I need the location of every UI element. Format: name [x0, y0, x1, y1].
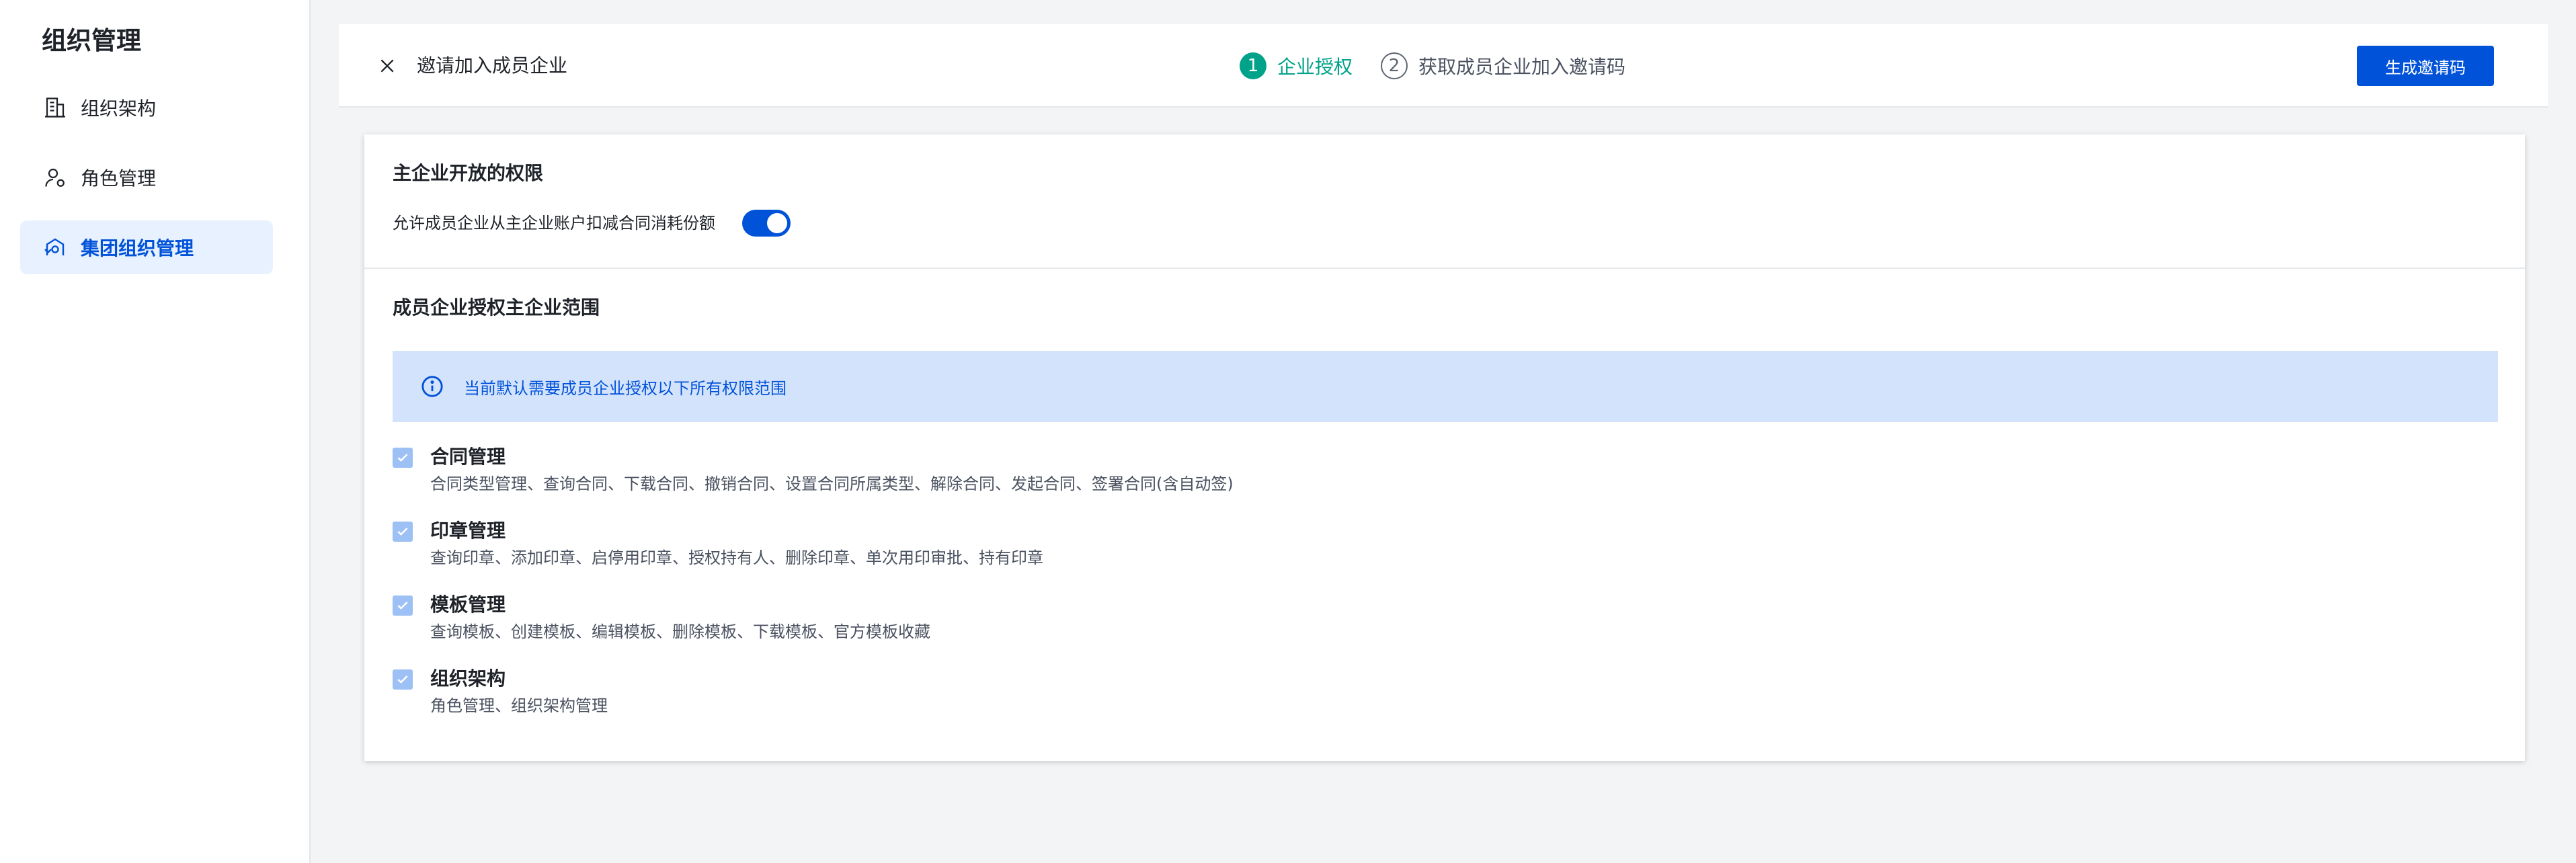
authorization-card: 主企业开放的权限 允许成员企业从主企业账户扣减合同消耗份额 成员企业授权主企业范…: [364, 134, 2525, 761]
step-label: 获取成员企业加入邀请码: [1418, 56, 1626, 78]
sidebar-item-label: 集团组织管理: [81, 237, 194, 259]
scope-item-seal: 印章管理 查询印章、添加印章、启停用印章、授权持有人、删除印章、单次用印审批、持…: [393, 518, 1043, 571]
info-notice: 当前默认需要成员企业授权以下所有权限范围: [393, 351, 2498, 422]
checkbox[interactable]: [393, 522, 413, 542]
group-org-icon: [43, 235, 67, 259]
step-label: 企业授权: [1277, 56, 1353, 78]
scope-item-title: 组织架构: [430, 667, 506, 690]
scope-item-desc: 查询印章、添加印章、启停用印章、授权持有人、删除印章、单次用印审批、持有印章: [430, 548, 1043, 567]
top-bar: 邀请加入成员企业 1 企业授权 2 获取成员企业加入邀请码 生成邀请码: [339, 24, 2548, 108]
notice-text: 当前默认需要成员企业授权以下所有权限范围: [464, 378, 787, 398]
main-content: 邀请加入成员企业 1 企业授权 2 获取成员企业加入邀请码 生成邀请码 主企业开…: [311, 0, 2576, 863]
generate-invite-code-button[interactable]: 生成邀请码: [2357, 46, 2494, 86]
checkbox[interactable]: [393, 595, 413, 616]
close-button[interactable]: [372, 51, 402, 81]
permissions-section-title: 主企业开放的权限: [393, 162, 544, 184]
check-icon: [397, 602, 408, 610]
scope-item-desc: 查询模板、创建模板、编辑模板、删除模板、下载模板、官方模板收藏: [430, 622, 930, 641]
page-title: 邀请加入成员企业: [417, 54, 568, 77]
scope-item-template: 模板管理 查询模板、创建模板、编辑模板、删除模板、下载模板、官方模板收藏: [393, 591, 930, 645]
close-icon: [380, 59, 394, 73]
step-number: 1: [1240, 52, 1266, 79]
scope-section-title: 成员企业授权主企业范围: [393, 296, 600, 319]
step-number: 2: [1381, 52, 1408, 79]
sidebar-item-org-structure[interactable]: 组织架构: [20, 81, 273, 134]
step-1: 1 企业授权: [1240, 52, 1353, 79]
scope-item-contract: 合同管理 合同类型管理、查询合同、下载合同、撤销合同、设置合同所属类型、解除合同…: [393, 444, 1234, 497]
scope-item-title: 印章管理: [430, 520, 506, 542]
deduct-quota-setting: 允许成员企业从主企业账户扣减合同消耗份额: [393, 210, 791, 237]
section-divider: [364, 268, 2525, 269]
sidebar-item-label: 组织架构: [81, 97, 157, 120]
step-2: 2 获取成员企业加入邀请码: [1381, 52, 1625, 79]
check-icon: [397, 528, 408, 536]
info-icon: [421, 376, 443, 397]
scope-item-desc: 角色管理、组织架构管理: [430, 696, 608, 715]
toggle-label: 允许成员企业从主企业账户扣减合同消耗份额: [393, 214, 715, 233]
check-icon: [397, 454, 408, 462]
user-role-icon: [43, 165, 67, 190]
step-indicator: 1 企业授权 2 获取成员企业加入邀请码: [1240, 50, 1625, 82]
check-icon: [397, 675, 408, 684]
checkbox[interactable]: [393, 448, 413, 468]
scope-item-org-structure: 组织架构 角色管理、组织架构管理: [393, 665, 608, 719]
sidebar-item-label: 角色管理: [81, 167, 157, 190]
deduct-quota-toggle[interactable]: [742, 210, 791, 237]
sidebar: 组织管理 组织架构 角色管理 集团组织管理: [0, 0, 311, 863]
checkbox[interactable]: [393, 669, 413, 690]
scope-item-desc: 合同类型管理、查询合同、下载合同、撤销合同、设置合同所属类型、解除合同、发起合同…: [430, 475, 1234, 493]
sidebar-item-group-org-management[interactable]: 集团组织管理: [20, 220, 273, 274]
building-icon: [43, 95, 67, 120]
scope-item-title: 模板管理: [430, 593, 506, 616]
sidebar-title: 组织管理: [42, 26, 141, 55]
scope-item-title: 合同管理: [430, 446, 506, 468]
sidebar-item-role-management[interactable]: 角色管理: [20, 151, 273, 204]
